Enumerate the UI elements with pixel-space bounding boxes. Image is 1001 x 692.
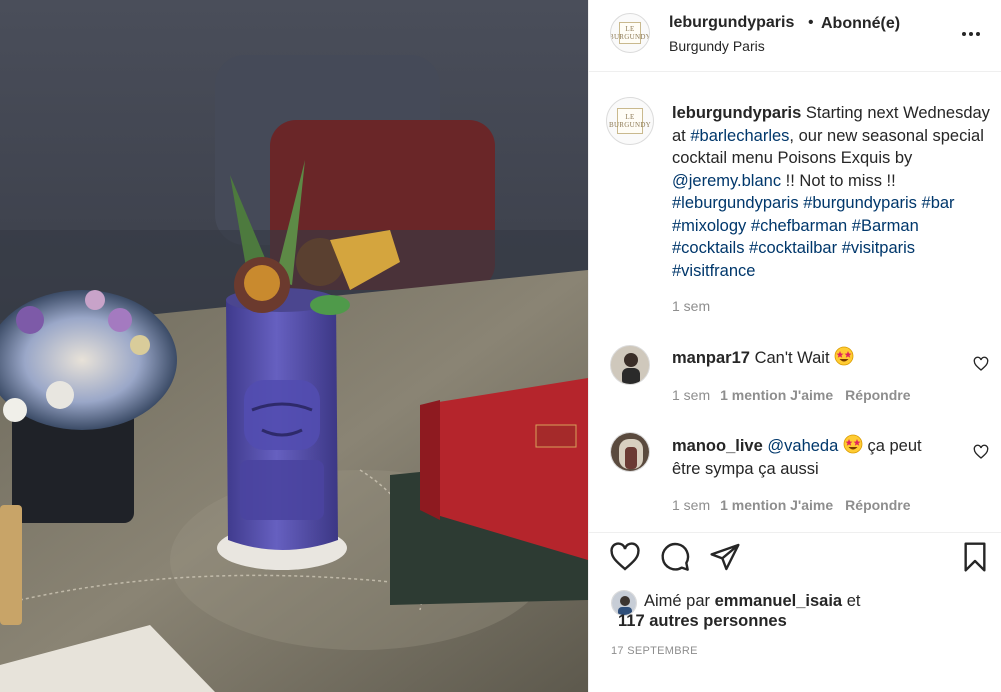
comment-icon[interactable]	[659, 541, 691, 573]
caption-avatar[interactable]: LE BURGUNDY	[606, 97, 654, 145]
comment-likes[interactable]: 1 mention J'aime	[720, 387, 833, 403]
person-avatar-icon	[611, 433, 649, 471]
account-username[interactable]: leburgundyparis	[669, 14, 794, 32]
hashtag-link[interactable]: #barlecharles	[690, 127, 789, 145]
comment-meta: 1 sem 1 mention J'aime Répondre	[672, 497, 911, 513]
post-header: LE BURGUNDY leburgundyparis • Abonné(e) …	[589, 0, 1001, 72]
hashtag-link[interactable]: #cocktailbar	[749, 239, 837, 257]
post-sidebar: LE BURGUNDY leburgundyparis • Abonné(e) …	[588, 0, 1001, 692]
comment-username[interactable]: manpar17	[672, 349, 750, 367]
liked-by-prefix: Aimé par	[644, 592, 711, 610]
comment-meta: 1 sem 1 mention J'aime Répondre	[672, 387, 911, 403]
likes-count-button[interactable]: 117 autres personnes	[618, 612, 787, 631]
post-date[interactable]: 17 SEPTEMBRE	[611, 645, 698, 657]
star-struck-emoji-icon	[843, 434, 863, 454]
liked-by-conj: et	[846, 592, 861, 610]
hashtag-link[interactable]: #cocktails	[672, 239, 744, 257]
comment-avatar[interactable]	[610, 432, 650, 472]
comment-text: manoo_live @vaheda ça peut être sympa ça…	[672, 434, 952, 480]
location-link[interactable]: Burgundy Paris	[669, 38, 765, 54]
hashtag-link[interactable]: #chefbarman	[751, 217, 847, 235]
bookmark-icon[interactable]	[959, 541, 991, 573]
person-avatar-icon	[611, 346, 649, 384]
more-dot-2	[969, 32, 973, 36]
caption-text-3: !! Not to miss !!	[785, 171, 896, 190]
separator-dot: •	[808, 14, 814, 31]
post-caption: leburgundyparis Starting next Wednesday …	[672, 102, 992, 282]
heart-icon[interactable]	[609, 541, 641, 573]
star-struck-emoji-icon	[834, 346, 854, 366]
hashtag-link[interactable]: #bar	[922, 194, 955, 212]
post-photo[interactable]	[0, 0, 588, 692]
comment-username[interactable]: manoo_live	[672, 437, 763, 455]
more-options-icon[interactable]	[959, 22, 983, 46]
share-icon[interactable]	[709, 541, 741, 573]
liked-by-user[interactable]: emmanuel_isaia	[715, 592, 843, 610]
more-dot-1	[962, 32, 966, 36]
cocktail-photo	[0, 0, 588, 692]
comment-timestamp[interactable]: 1 sem	[672, 497, 710, 513]
hashtag-link[interactable]: #Barman	[852, 217, 919, 235]
reply-button[interactable]: Répondre	[845, 387, 910, 403]
hashtag-link[interactable]: #visitfrance	[672, 262, 755, 280]
burgundy-logo-icon: LE BURGUNDY	[611, 22, 649, 44]
like-comment-heart-icon[interactable]	[973, 356, 989, 372]
caption-username[interactable]: leburgundyparis	[672, 104, 801, 122]
hashtag-link[interactable]: #leburgundyparis	[672, 194, 799, 212]
account-avatar[interactable]: LE BURGUNDY	[610, 13, 650, 53]
post-actions: Aimé par emmanuel_isaia et 117 autres pe…	[589, 532, 1001, 692]
caption-timestamp[interactable]: 1 sem	[672, 298, 710, 314]
hashtag-link[interactable]: #visitparis	[842, 239, 915, 257]
liked-by: Aimé par emmanuel_isaia et	[644, 590, 860, 613]
comment-text: manpar17 Can't Wait	[672, 346, 952, 370]
mention-link[interactable]: @jeremy.blanc	[672, 172, 781, 190]
more-dot-3	[976, 32, 980, 36]
comment-avatar[interactable]	[610, 345, 650, 385]
reply-button[interactable]: Répondre	[845, 497, 910, 513]
comment-timestamp[interactable]: 1 sem	[672, 387, 710, 403]
comment-body: Can't Wait	[754, 349, 830, 367]
comment-likes[interactable]: 1 mention J'aime	[720, 497, 833, 513]
comments-list[interactable]: LE BURGUNDY leburgundyparis Starting nex…	[589, 72, 1001, 532]
hashtag-link[interactable]: #mixology	[672, 217, 746, 235]
mention-link[interactable]: @vaheda	[767, 437, 838, 455]
hashtag-link[interactable]: #burgundyparis	[803, 194, 917, 212]
burgundy-logo-icon: LE BURGUNDY	[609, 108, 651, 134]
following-button[interactable]: Abonné(e)	[821, 15, 900, 33]
like-comment-heart-icon[interactable]	[973, 444, 989, 460]
